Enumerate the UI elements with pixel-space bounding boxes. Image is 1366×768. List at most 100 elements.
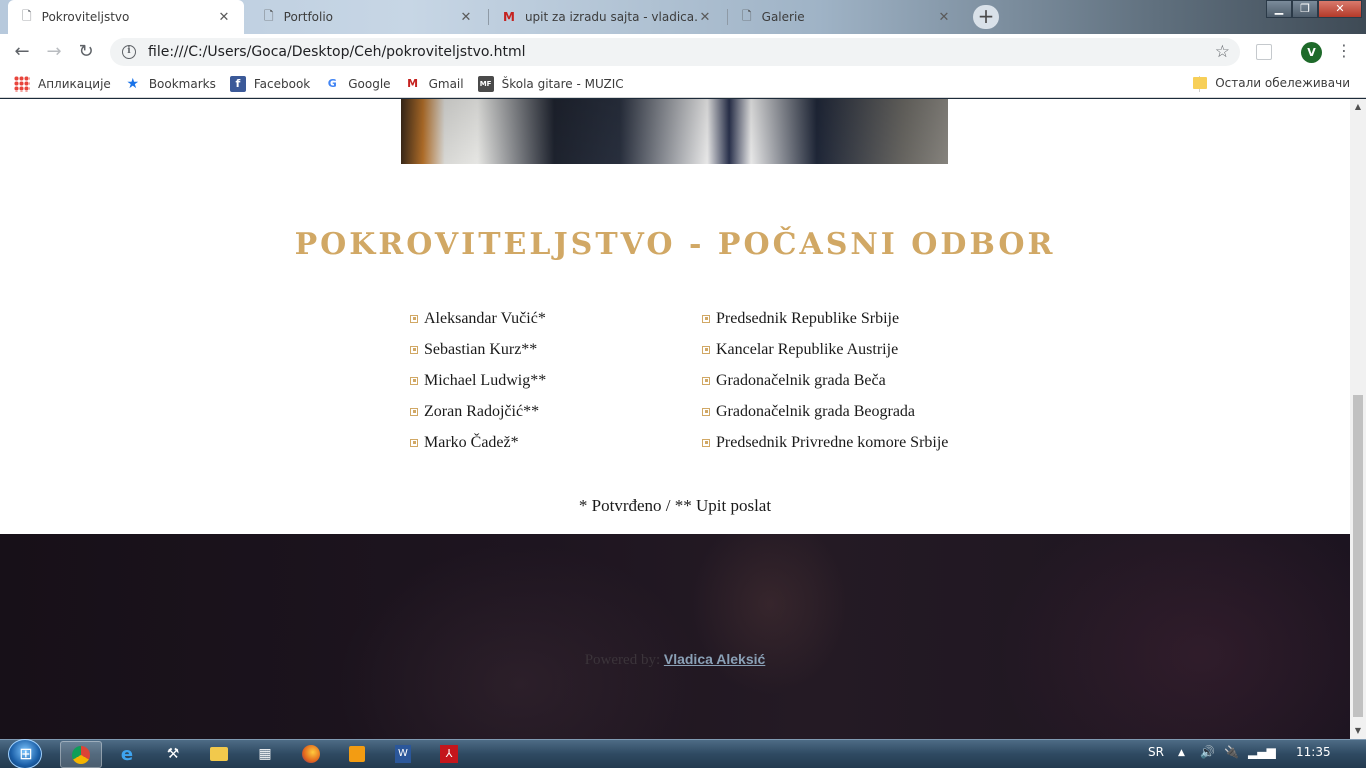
browser-menu-icon[interactable]: ⋮ — [1336, 41, 1352, 61]
bookmark-gmail[interactable]: M Gmail — [405, 76, 464, 92]
scroll-up-icon[interactable]: ▲ — [1350, 99, 1366, 115]
close-tab-icon[interactable]: ✕ — [936, 10, 952, 25]
tab-gmail[interactable]: M upit za izradu sajta - vladica.aleks ✕ — [489, 0, 725, 34]
bullet-icon — [702, 438, 710, 447]
bullet-icon — [702, 314, 710, 323]
bookmark-skola-gitare[interactable]: MF Škola gitare - MUZIC — [477, 75, 624, 92]
section-title: POKROVITELJSTVO - POČASNI ODBOR — [294, 227, 1056, 262]
back-button[interactable]: ← — [10, 41, 34, 63]
bullet-icon — [410, 407, 418, 416]
apps-grid-icon — [14, 75, 30, 92]
bookmark-label: Bookmarks — [148, 76, 216, 91]
list-item: Zoran Radojčić** — [410, 396, 546, 427]
word-icon[interactable]: W — [382, 741, 424, 768]
bullet-icon — [702, 407, 710, 416]
show-hidden-icons-icon[interactable]: ▲ — [1178, 748, 1185, 758]
gmail-icon: M — [407, 76, 419, 90]
extension-icon[interactable] — [1256, 44, 1272, 60]
facebook-icon: f — [229, 75, 246, 92]
footer-credit: Powered by: Vladica Aleksić — [0, 651, 1350, 669]
author-link[interactable]: Vladica Aleksić — [664, 651, 765, 667]
role-text: Kancelar Republike Austrije — [716, 340, 899, 358]
other-bookmarks[interactable]: Остали обележивачи — [1193, 76, 1350, 90]
media-icon[interactable] — [336, 741, 378, 768]
language-indicator[interactable]: SR — [1148, 745, 1164, 759]
list-item: Gradonačelnik grada Beograda — [702, 396, 948, 427]
tools-icon[interactable]: ⚒ — [152, 741, 194, 768]
power-icon[interactable]: 🔌 — [1224, 745, 1239, 759]
list-item: Predsednik Republike Srbije — [702, 303, 948, 334]
tab-title: Galerie — [761, 10, 805, 24]
close-tab-icon[interactable]: ✕ — [216, 10, 232, 25]
mf-icon: MF — [477, 75, 494, 92]
bookmark-apps[interactable]: Апликације — [14, 75, 111, 92]
close-window-button[interactable]: ✕ — [1318, 0, 1362, 18]
bookmark-label: Facebook — [253, 76, 311, 91]
new-tab-button[interactable]: + — [973, 5, 999, 29]
role-text: Predsednik Privredne komore Srbije — [716, 433, 949, 451]
network-icon[interactable]: ▂▄▆ — [1248, 745, 1276, 759]
page-icon: 🗋 — [264, 8, 274, 23]
google-icon: G — [327, 76, 337, 90]
role-text: Gradonačelnik grada Beograda — [716, 402, 916, 420]
tab-title: upit za izradu sajta - vladica.aleks — [524, 10, 697, 24]
volume-icon[interactable]: 🔊 — [1200, 745, 1215, 759]
star-icon: ★ — [126, 75, 140, 92]
reload-button[interactable]: ↻ — [74, 41, 98, 63]
close-tab-icon[interactable]: ✕ — [697, 10, 713, 25]
list-item: Sebastian Kurz** — [410, 334, 546, 365]
list-item: Michael Ludwig** — [410, 365, 546, 396]
roles-list: Predsednik Republike Srbije Kancelar Rep… — [702, 303, 948, 458]
list-item: Kancelar Republike Austrije — [702, 334, 948, 365]
other-bookmarks-label: Остали обележивачи — [1215, 76, 1350, 90]
tab-portfolio[interactable]: 🗋 Portfolio ✕ — [250, 0, 486, 34]
ie-icon[interactable]: e — [106, 741, 148, 768]
info-icon[interactable]: i — [122, 45, 136, 59]
chrome-icon[interactable] — [60, 741, 102, 768]
url-text[interactable]: file:///C:/Users/Goca/Desktop/Ceh/pokrov… — [148, 44, 526, 60]
page-scrollbar[interactable]: ▲ ▼ — [1350, 99, 1366, 739]
bookmark-label: Google — [348, 76, 391, 91]
clock[interactable]: 11:35 — [1296, 745, 1331, 759]
bookmark-star-icon[interactable]: ☆ — [1215, 42, 1230, 62]
close-tab-icon[interactable]: ✕ — [458, 10, 474, 25]
maximize-button[interactable]: ❐ — [1292, 0, 1318, 18]
header-photo — [401, 99, 948, 164]
tab-galerie[interactable]: 🗋 Galerie ✕ — [728, 0, 964, 34]
list-item: Gradonačelnik grada Beča — [702, 365, 948, 396]
address-bar[interactable]: i file:///C:/Users/Goca/Desktop/Ceh/pokr… — [110, 38, 1240, 66]
start-button[interactable] — [8, 739, 43, 768]
browser-tab-strip: 🗋 Pokroviteljstvo ✕ 🗋 Portfolio ✕ M upit… — [0, 0, 1366, 34]
role-text: Gradonačelnik grada Beča — [716, 371, 886, 389]
name-text: Aleksandar Vučić* — [424, 309, 546, 327]
name-text: Marko Čadež* — [424, 433, 519, 451]
forward-button[interactable]: → — [42, 41, 66, 63]
calculator-icon[interactable]: ▦ — [244, 741, 286, 768]
names-list: Aleksandar Vučić* Sebastian Kurz** Micha… — [410, 303, 546, 458]
bookmark-label: Апликације — [38, 76, 111, 91]
page-icon: 🗋 — [742, 8, 752, 23]
bookmark-bookmarks[interactable]: ★ Bookmarks — [125, 76, 216, 92]
bullet-icon — [410, 314, 418, 323]
bookmarks-bar: Апликације ★ Bookmarks f Facebook G Goog… — [0, 70, 1366, 98]
firefox-icon[interactable] — [290, 741, 332, 768]
page-footer: Powered by: Vladica Aleksić — [0, 534, 1350, 739]
browser-toolbar: ← → ↻ i file:///C:/Users/Goca/Desktop/Ce… — [0, 34, 1366, 70]
bullet-icon — [410, 345, 418, 354]
page-icon: 🗋 — [22, 8, 32, 23]
bookmark-facebook[interactable]: f Facebook — [229, 75, 311, 92]
scroll-thumb[interactable] — [1353, 395, 1363, 717]
bookmark-google[interactable]: G Google — [324, 76, 391, 92]
scroll-down-icon[interactable]: ▼ — [1350, 723, 1366, 739]
powered-by-label: Powered by: — [584, 652, 661, 668]
minimize-button[interactable]: ▁ — [1266, 0, 1292, 18]
tab-pokroviteljstvo[interactable]: 🗋 Pokroviteljstvo ✕ — [8, 0, 244, 34]
pdf-icon[interactable]: ⅄ — [428, 741, 470, 768]
list-item: Marko Čadež* — [410, 427, 546, 458]
page-viewport: POKROVITELJSTVO - POČASNI ODBOR Aleksand… — [0, 99, 1350, 739]
legend-note: * Potvrđeno / ** Upit poslat — [578, 496, 772, 515]
role-text: Predsednik Republike Srbije — [716, 309, 900, 327]
profile-avatar[interactable]: V — [1301, 42, 1322, 63]
explorer-icon[interactable] — [198, 741, 240, 768]
bullet-icon — [702, 345, 710, 354]
